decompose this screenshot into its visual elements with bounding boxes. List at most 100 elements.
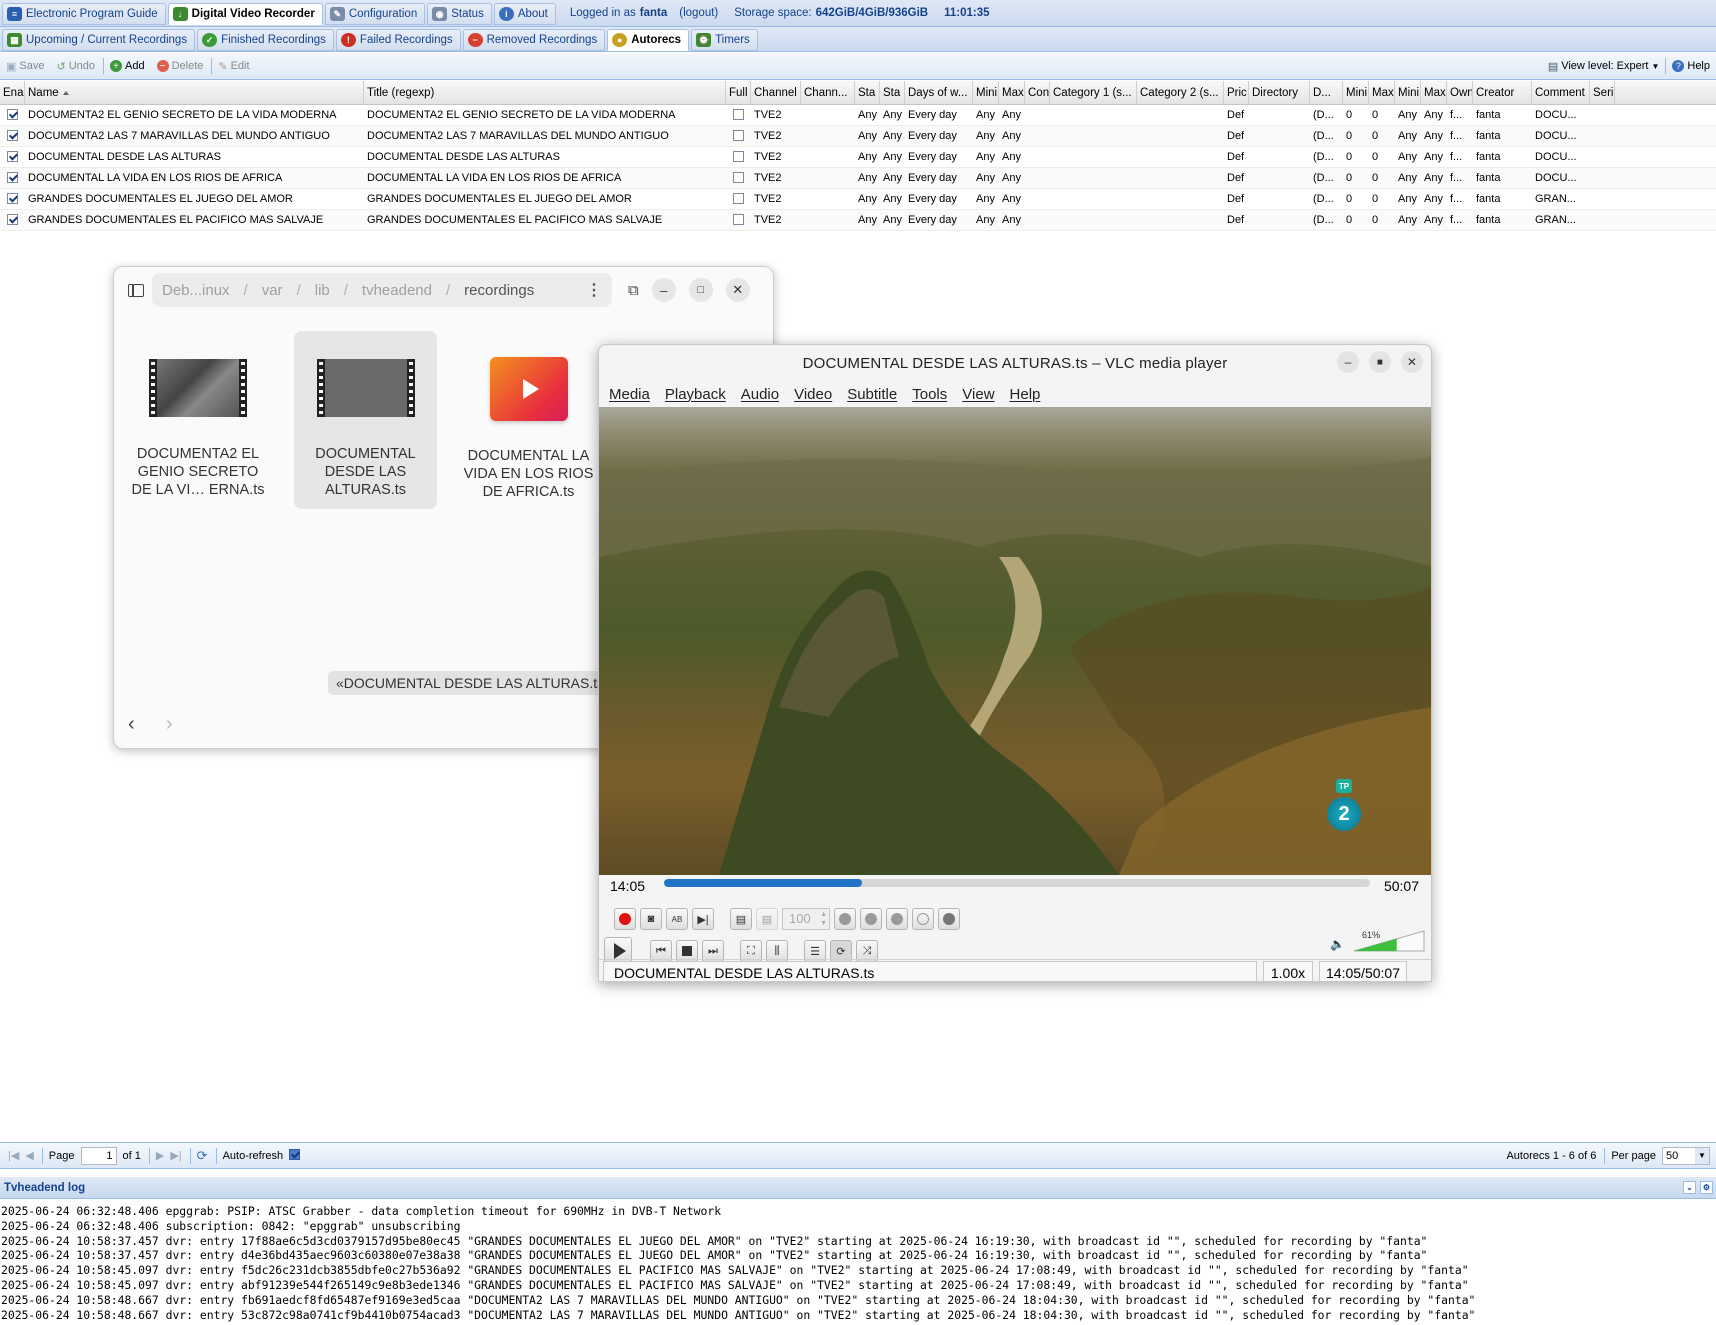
first-page-icon[interactable]: |◀ — [8, 1149, 19, 1162]
logout-link[interactable]: (logout) — [679, 7, 718, 19]
fulltext-checkbox[interactable] — [733, 171, 744, 183]
effect-button[interactable] — [912, 908, 934, 930]
column-header[interactable]: Max — [1421, 81, 1447, 105]
add-button[interactable]: + Add — [110, 60, 145, 72]
seek-bar[interactable] — [664, 879, 1370, 887]
effect-button[interactable] — [834, 908, 856, 930]
path-segment[interactable]: lib — [315, 282, 330, 299]
column-header[interactable]: Pric — [1224, 81, 1249, 105]
column-header[interactable]: Max — [999, 81, 1025, 105]
fulltext-checkbox[interactable] — [733, 108, 744, 120]
refresh-icon[interactable]: ⟳ — [197, 1148, 208, 1164]
minimize-button[interactable]: – — [651, 278, 676, 302]
column-header[interactable]: Directory — [1249, 81, 1310, 105]
subtab-autorecs[interactable]: ● Autorecs — [607, 29, 690, 51]
table-row[interactable]: DOCUMENTAL DESDE LAS ALTURAS DOCUMENTAL D… — [0, 147, 1716, 168]
column-header[interactable]: Mini — [1395, 81, 1421, 105]
path-segment[interactable]: tvheadend — [362, 282, 432, 299]
enabled-checkbox[interactable] — [7, 192, 18, 204]
tab-about[interactable]: i About — [493, 3, 556, 25]
enabled-checkbox[interactable] — [7, 171, 18, 183]
subtab-finished[interactable]: ✓ Finished Recordings — [197, 29, 334, 51]
fulltext-checkbox[interactable] — [733, 213, 744, 225]
close-button[interactable]: ✕ — [725, 278, 750, 302]
maximize-button[interactable]: □ — [688, 278, 713, 302]
volume-slider[interactable] — [1352, 929, 1426, 953]
vlc-minimize-button[interactable]: – — [1337, 351, 1359, 373]
last-page-icon[interactable]: ▶| — [170, 1149, 181, 1162]
fulltext-checkbox[interactable] — [733, 150, 744, 162]
column-header[interactable]: Mini — [1343, 81, 1369, 105]
settings-icon[interactable]: ⚙ — [1700, 1181, 1713, 1194]
enabled-checkbox[interactable] — [7, 213, 18, 225]
file-item[interactable]: DOCUMENTA2 EL GENIO SECRETO DE LA VI… ER… — [128, 331, 268, 499]
menu-help[interactable]: Help — [1010, 386, 1041, 403]
menu-video[interactable]: Video — [794, 386, 832, 403]
path-bar[interactable]: Deb...inux / var / lib / tvheadend / recordi… — [152, 273, 612, 307]
delete-button[interactable]: − Delete — [156, 60, 203, 72]
undo-button[interactable]: ↺ Undo — [56, 60, 95, 73]
vlc-close-button[interactable]: ✕ — [1401, 351, 1423, 373]
enabled-checkbox[interactable] — [7, 108, 18, 120]
back-icon[interactable]: ‹ — [128, 713, 135, 736]
page-input[interactable] — [80, 1146, 117, 1165]
subtab-timers[interactable]: ⌚ Timers — [691, 29, 758, 51]
menu-audio[interactable]: Audio — [741, 386, 779, 403]
help-button[interactable]: ? Help — [1672, 60, 1710, 72]
menu-subtitle[interactable]: Subtitle — [847, 386, 897, 403]
column-header[interactable]: Name — [25, 81, 364, 105]
column-header[interactable]: Chann... — [801, 81, 855, 105]
column-header[interactable]: Comment — [1532, 81, 1590, 105]
menu-view[interactable]: View — [962, 386, 994, 403]
prev-page-icon[interactable]: ◀ — [25, 1149, 33, 1162]
next-page-icon[interactable]: ▶ — [156, 1149, 164, 1162]
column-header[interactable]: Category 2 (s... — [1137, 81, 1224, 105]
column-header[interactable]: Own — [1447, 81, 1473, 105]
subtab-failed[interactable]: ! Failed Recordings — [335, 29, 461, 51]
column-header[interactable]: D... — [1310, 81, 1343, 105]
table-row[interactable]: DOCUMENTAL LA VIDA EN LOS RIOS DE AFRICA… — [0, 168, 1716, 189]
forward-icon[interactable]: › — [166, 713, 173, 736]
column-header[interactable]: Category 1 (s... — [1050, 81, 1137, 105]
speaker-icon[interactable]: 🔈 — [1330, 937, 1345, 951]
path-segment[interactable]: var — [262, 282, 283, 299]
table-row[interactable]: DOCUMENTA2 LAS 7 MARAVILLAS DEL MUNDO AN… — [0, 126, 1716, 147]
table-row[interactable]: GRANDES DOCUMENTALES EL JUEGO DEL AMOR GR… — [0, 189, 1716, 210]
log-panel-header[interactable]: Tvheadend log ⌄ ⚙ — [0, 1177, 1716, 1199]
menu-media[interactable]: Media — [609, 386, 650, 403]
subtab-removed[interactable]: − Removed Recordings — [462, 29, 606, 51]
table-row[interactable]: DOCUMENTA2 EL GENIO SECRETO DE LA VIDA M… — [0, 105, 1716, 126]
menu-playback[interactable]: Playback — [665, 386, 726, 403]
effect-button[interactable] — [886, 908, 908, 930]
column-header[interactable]: Channel — [751, 81, 801, 105]
sidebar-toggle-icon[interactable] — [128, 283, 144, 297]
disabled-button[interactable]: ▤ — [756, 908, 778, 930]
auto-refresh-checkbox[interactable] — [289, 1149, 301, 1160]
fulltext-checkbox[interactable] — [733, 192, 744, 204]
collapse-icon[interactable]: ⌄ — [1683, 1181, 1696, 1194]
tab-configuration[interactable]: ✎ Configuration — [324, 3, 426, 25]
search-folder-icon[interactable]: ⧉ — [628, 282, 639, 299]
tab-dvr[interactable]: ↓ Digital Video Recorder — [167, 3, 323, 25]
file-item-selected[interactable]: DOCUMENTAL DESDE LAS ALTURAS.ts — [294, 331, 437, 509]
effect-button[interactable] — [938, 908, 960, 930]
save-button[interactable]: ▣ Save — [6, 60, 44, 73]
playback-speed[interactable]: 1.00x — [1263, 960, 1313, 981]
ab-loop-button[interactable]: AB — [666, 908, 688, 930]
column-header[interactable]: Sta — [855, 81, 880, 105]
per-page-select[interactable]: 50 ▼ — [1662, 1146, 1710, 1165]
vlc-maximize-button[interactable]: ■ — [1369, 351, 1391, 373]
status-time[interactable]: 14:05/50:07 — [1319, 960, 1407, 981]
edit-button[interactable]: ✎ Edit — [218, 60, 249, 73]
snapshot-button[interactable]: ◙ — [640, 908, 662, 930]
tab-status[interactable]: ◉ Status — [427, 3, 492, 25]
column-header[interactable]: Max — [1369, 81, 1395, 105]
video-area[interactable]: 2 TP — [599, 407, 1431, 875]
enabled-checkbox[interactable] — [7, 150, 18, 162]
column-header[interactable]: Mini — [973, 81, 999, 105]
more-options-icon[interactable]: ⋮ — [586, 280, 602, 300]
column-header[interactable]: Days of w... — [905, 81, 973, 105]
file-item[interactable]: DOCUMENTAL LA VIDA EN LOS RIOS DE AFRICA… — [456, 331, 601, 501]
subtab-upcoming[interactable]: ▦ Upcoming / Current Recordings — [2, 29, 196, 51]
zoom-spinbox[interactable]: 100 ▲ ▼ — [782, 908, 830, 930]
